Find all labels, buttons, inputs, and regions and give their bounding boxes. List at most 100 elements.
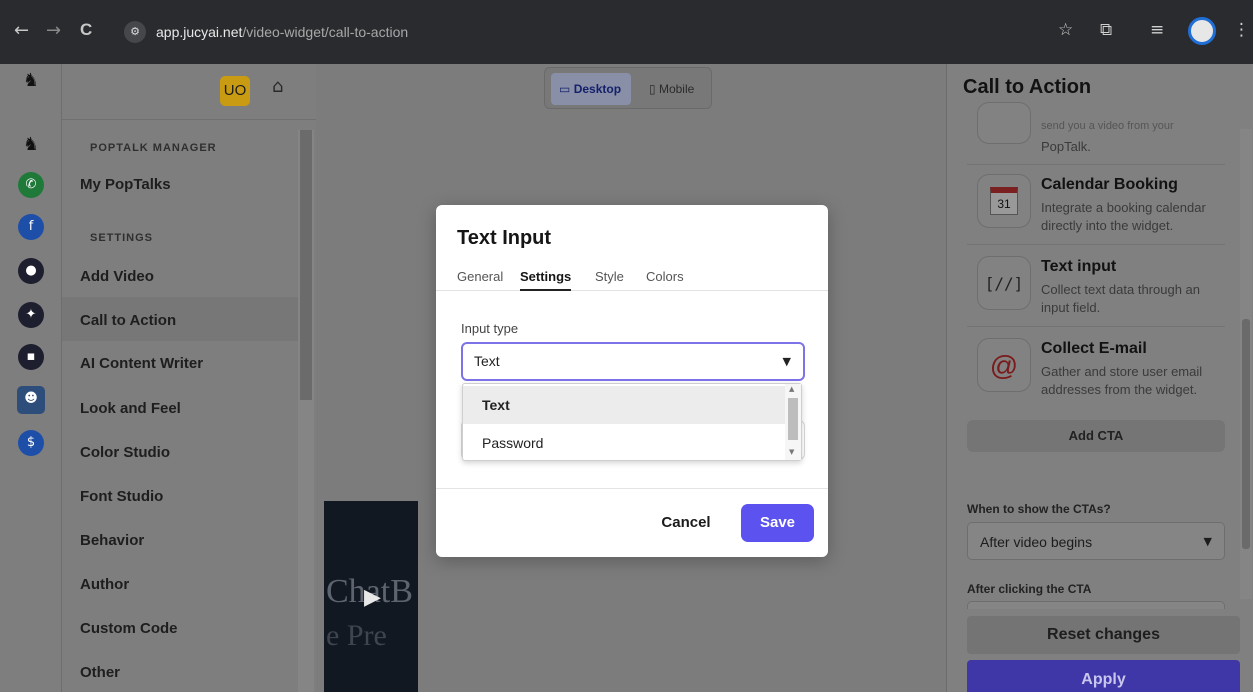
cta-card-desc: Collect text data through an input field… xyxy=(1041,282,1200,315)
menu-item-ai-content-writer[interactable]: AI Content Writer xyxy=(80,355,203,372)
desktop-toggle-button[interactable]: ▭ Desktop xyxy=(551,73,631,105)
desktop-label: Desktop xyxy=(573,82,622,96)
menu-item-custom-code[interactable]: Custom Code xyxy=(80,620,178,637)
dropdown-option-text[interactable]: Text xyxy=(463,386,785,424)
contact-app-icon[interactable]: ● xyxy=(18,258,44,284)
when-to-show-select[interactable]: After video begins ▼ xyxy=(967,522,1225,560)
extensions-icon[interactable]: ⧉ xyxy=(1100,20,1112,40)
forward-icon[interactable]: → xyxy=(46,20,61,41)
menu-item-font-studio[interactable]: Font Studio xyxy=(80,488,163,505)
add-cta-button[interactable]: Add CTA xyxy=(967,420,1225,452)
video-frame-text-2: e Pre xyxy=(326,619,387,652)
document-app-icon[interactable]: ▪ xyxy=(18,344,44,370)
sidebar-scroll-thumb[interactable] xyxy=(300,130,312,400)
menu-item-other[interactable]: Other xyxy=(80,664,120,681)
modal-tabs: General Settings Style Colors xyxy=(436,269,828,291)
call-to-action-panel: Call to Action send you a video from you… xyxy=(946,64,1253,692)
divider xyxy=(967,244,1225,245)
menu-item-call-to-action[interactable]: Call to Action xyxy=(80,312,176,329)
tab-colors[interactable]: Colors xyxy=(646,269,684,291)
calendar-day: 31 xyxy=(990,187,1018,215)
address-bar[interactable]: ⚙ app.jucyai.net/video-widget/call-to-ac… xyxy=(124,17,1124,47)
cta-card-partial-desc: send you a video from your xyxy=(1041,120,1174,132)
dollar-app-icon[interactable]: $ xyxy=(18,430,44,456)
dropdown-scroll-thumb[interactable] xyxy=(788,398,798,440)
sidebar-scrollbar[interactable] xyxy=(298,130,314,692)
input-type-value: Text xyxy=(474,353,500,369)
menu-item-behavior[interactable]: Behavior xyxy=(80,532,144,549)
modal-footer-divider xyxy=(436,488,828,489)
sparkle-app-icon[interactable]: ✦ xyxy=(18,302,44,328)
chevron-down-icon: ▼ xyxy=(1203,535,1212,548)
panel-scroll-thumb[interactable] xyxy=(1242,319,1250,549)
device-toggle: ▭ Desktop ▯ Mobile xyxy=(544,67,712,109)
after-clicking-label: After clicking the CTA xyxy=(967,582,1092,596)
reset-changes-button[interactable]: Reset changes xyxy=(967,616,1240,654)
cancel-button[interactable]: Cancel xyxy=(649,504,723,542)
tab-settings[interactable]: Settings xyxy=(520,269,572,291)
text-input-modal: Text Input General Settings Style Colors… xyxy=(436,205,828,557)
scroll-down-icon[interactable]: ▼ xyxy=(789,448,794,456)
save-button[interactable]: Save xyxy=(741,504,814,542)
cta-card-video[interactable]: send you a video from your PopTalk. xyxy=(967,102,1225,164)
app-logo-icon[interactable]: ♞ xyxy=(16,70,46,96)
text-input-icon: [//] xyxy=(977,256,1031,310)
profile-avatar-icon[interactable] xyxy=(1188,17,1216,45)
scroll-up-icon[interactable]: ▲ xyxy=(789,385,794,393)
poptalk-logo-icon[interactable]: ♞ xyxy=(16,134,46,160)
whatsapp-icon[interactable]: ✆ xyxy=(18,172,44,198)
input-type-label: Input type xyxy=(461,321,519,336)
facebook-icon[interactable]: f xyxy=(18,214,44,240)
when-to-show-label: When to show the CTAs? xyxy=(967,502,1111,516)
input-type-dropdown: Text Password ▲ ▼ xyxy=(462,383,802,461)
monitor-icon: ▭ xyxy=(559,82,571,96)
section-heading-settings: SETTINGS xyxy=(90,232,154,244)
url-path: /video-widget/call-to-action xyxy=(242,24,409,40)
menu-item-look-and-feel[interactable]: Look and Feel xyxy=(80,400,181,417)
video-icon xyxy=(977,102,1031,144)
media-controls-icon[interactable]: ≡ xyxy=(1150,20,1164,40)
menu-item-author[interactable]: Author xyxy=(80,576,129,593)
modal-title: Text Input xyxy=(457,227,552,249)
when-to-show-value: After video begins xyxy=(980,534,1093,550)
cta-card-collect-email[interactable]: @ Collect E-mail Gather and store user e… xyxy=(967,336,1225,408)
panel-scrollbar[interactable] xyxy=(1240,129,1252,599)
cta-card-title: Text input xyxy=(1041,258,1117,275)
home-icon[interactable]: ⌂ xyxy=(272,76,283,97)
tab-style[interactable]: Style xyxy=(595,269,624,291)
browser-toolbar: ← → C ⚙ app.jucyai.net/video-widget/call… xyxy=(0,0,1253,64)
mobile-label: Mobile xyxy=(658,82,695,96)
cta-card-text-input[interactable]: [//] Text input Collect text data throug… xyxy=(967,254,1225,326)
play-icon[interactable]: ▶ xyxy=(364,585,381,610)
sidebar-header: UO ⌂ xyxy=(62,64,316,120)
user-avatar[interactable]: UO xyxy=(220,76,250,106)
cta-card-calendar-booking[interactable]: 31 Calendar Booking Integrate a booking … xyxy=(967,172,1225,244)
video-preview[interactable]: ChatB e Pre ▶ xyxy=(324,501,418,692)
menu-item-color-studio[interactable]: Color Studio xyxy=(80,444,170,461)
site-info-icon[interactable]: ⚙ xyxy=(124,21,146,43)
cartoon-app-icon[interactable]: ☻ xyxy=(17,386,45,414)
apply-button[interactable]: Apply xyxy=(967,660,1240,692)
tab-general[interactable]: General xyxy=(457,269,503,291)
settings-sidebar: POPTALK MANAGER My PopTalks SETTINGS Add… xyxy=(62,64,316,692)
calendar-icon: 31 xyxy=(977,174,1031,228)
after-clicking-select[interactable] xyxy=(967,601,1225,609)
menu-item-add-video[interactable]: Add Video xyxy=(80,268,154,285)
icon-rail: ♞ ♞ ✆ f ● ✦ ▪ ☻ $ xyxy=(0,64,62,692)
bookmark-star-icon[interactable]: ☆ xyxy=(1058,20,1073,40)
input-type-select[interactable]: Text ▼ xyxy=(461,342,805,381)
dropdown-scrollbar[interactable]: ▲ ▼ xyxy=(785,384,801,460)
phone-icon: ▯ xyxy=(649,82,656,96)
browser-menu-icon[interactable]: ⋮ xyxy=(1233,20,1250,40)
menu-item-my-poptalks[interactable]: My PopTalks xyxy=(80,176,171,193)
url-host: app.jucyai.net xyxy=(156,24,243,40)
panel-title: Call to Action xyxy=(963,76,1092,98)
reload-icon[interactable]: C xyxy=(80,20,92,40)
cta-card-desc: Gather and store user email addresses fr… xyxy=(1041,364,1203,397)
dropdown-option-password[interactable]: Password xyxy=(463,424,785,462)
divider xyxy=(967,164,1225,165)
cta-card-title: Collect E-mail xyxy=(1041,340,1147,357)
mobile-toggle-button[interactable]: ▯ Mobile xyxy=(641,73,707,105)
chevron-down-icon: ▼ xyxy=(782,355,791,368)
back-icon[interactable]: ← xyxy=(14,20,29,41)
